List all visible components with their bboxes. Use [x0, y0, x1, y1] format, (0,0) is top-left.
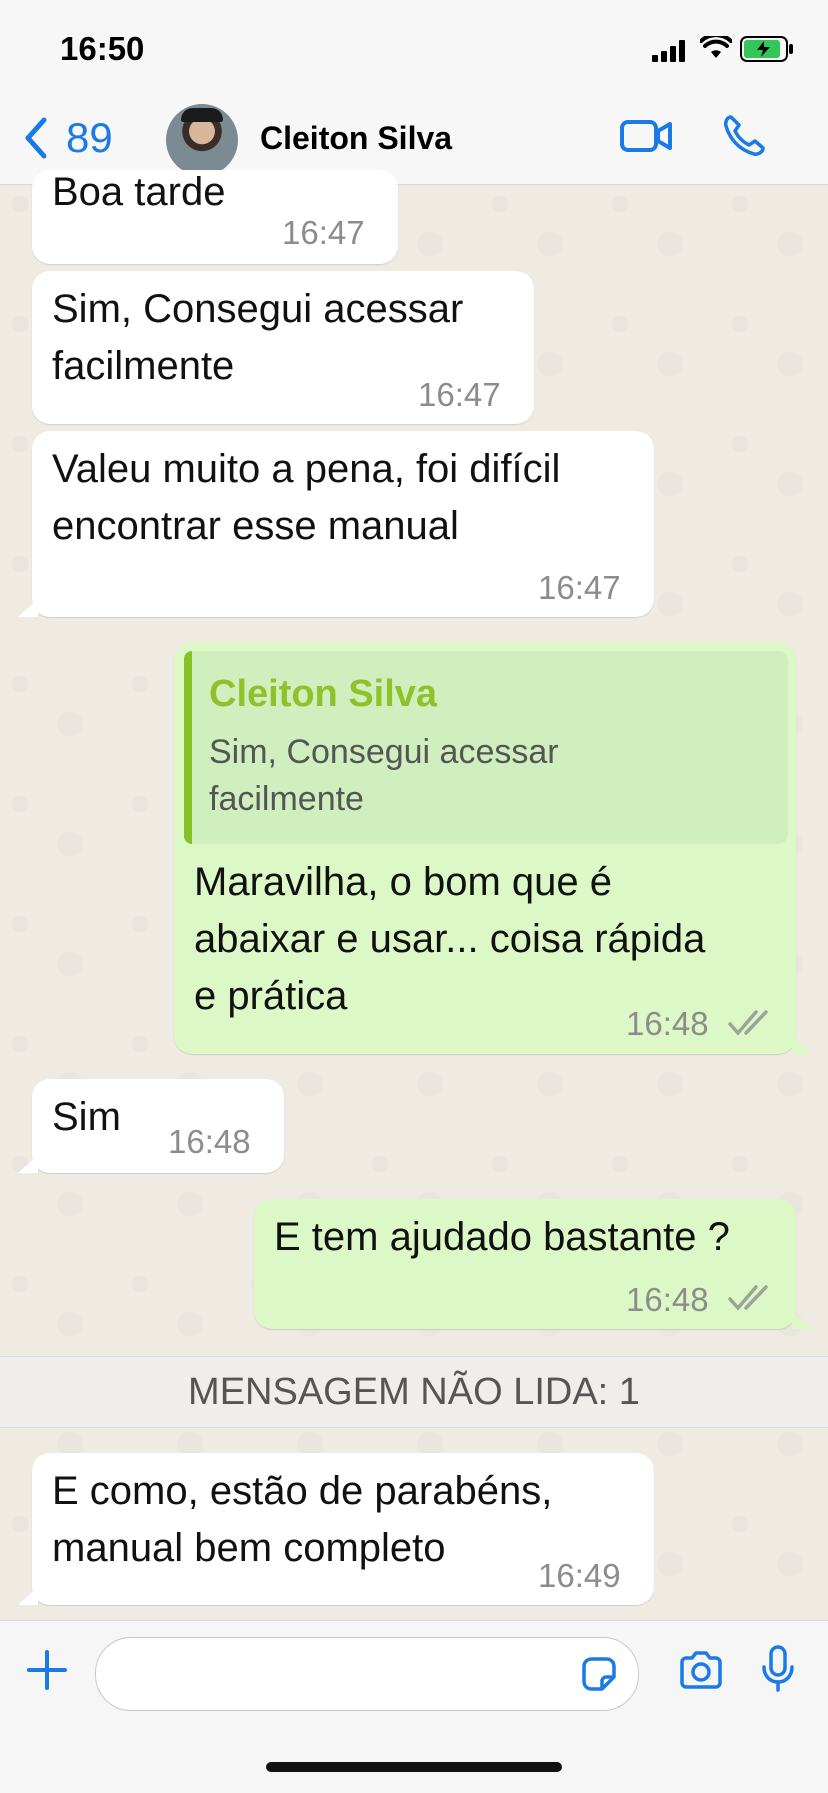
microphone-icon[interactable] — [760, 1645, 796, 1693]
bubble-tail — [18, 1587, 38, 1605]
wifi-icon — [700, 36, 732, 58]
message-time: 16:48 — [626, 1005, 709, 1042]
chevron-left-icon — [25, 117, 47, 159]
message-input[interactable] — [95, 1637, 639, 1711]
back-button[interactable]: 89 — [24, 114, 113, 162]
sticker-icon[interactable] — [580, 1655, 618, 1693]
contact-name[interactable]: Cleiton Silva — [260, 120, 452, 157]
message-time: 16:48 — [168, 1123, 251, 1160]
battery-icon — [740, 36, 793, 62]
quote-line: Sim, Consegui acessar — [209, 733, 559, 771]
status-bar: 16:50 — [0, 0, 828, 96]
message-time: 16:49 — [538, 1557, 621, 1594]
message-line: manual bem completo — [52, 1526, 446, 1570]
message-bubble-incoming[interactable]: E como, estão de parabéns, manual bem co… — [32, 1453, 654, 1605]
quote-author: Cleiton Silva — [209, 673, 438, 715]
message-line: abaixar e usar... coisa rápida — [194, 917, 706, 961]
quote-accent-bar — [184, 651, 192, 844]
bubble-tail — [792, 1311, 812, 1329]
unread-banner: MENSAGEM NÃO LIDA: 1 — [0, 1356, 828, 1428]
message-bubble-incoming[interactable]: Sim, Consegui acessar facilmente 16:47 — [32, 271, 534, 424]
home-indicator — [266, 1762, 562, 1772]
double-check-icon — [728, 1010, 768, 1036]
message-line: Valeu muito a pena, foi difícil — [52, 447, 561, 491]
message-text: Boa tarde — [52, 170, 226, 214]
message-time: 16:47 — [538, 569, 621, 606]
message-time: 16:48 — [626, 1281, 709, 1318]
message-bubble-outgoing[interactable]: E tem ajudado bastante ? 16:48 — [254, 1199, 796, 1329]
message-text: Maravilha, o bom que é abaixar e usar...… — [194, 854, 705, 1025]
message-bubble-incoming[interactable]: Valeu muito a pena, foi difícil encontra… — [32, 431, 654, 617]
video-call-icon[interactable] — [620, 116, 674, 156]
message-line: Maravilha, o bom que é — [194, 860, 613, 904]
unread-count: 89 — [66, 114, 113, 161]
message-time: 16:47 — [282, 214, 365, 251]
quote-line: facilmente — [209, 780, 364, 818]
message-text: Sim, Consegui acessar facilmente — [52, 281, 463, 395]
bubble-tail — [792, 1036, 812, 1054]
signal-icon — [652, 40, 685, 62]
quoted-message[interactable]: Cleiton Silva Sim, Consegui acessar faci… — [184, 651, 788, 844]
bubble-tail — [18, 599, 38, 617]
message-line: encontrar esse manual — [52, 504, 459, 548]
message-line: facilmente — [52, 344, 235, 388]
phone-icon[interactable] — [722, 114, 766, 158]
message-text: E como, estão de parabéns, manual bem co… — [52, 1463, 552, 1577]
message-text: Sim — [52, 1095, 121, 1139]
message-text: E tem ajudado bastante ? — [274, 1215, 730, 1259]
message-text: Valeu muito a pena, foi difícil encontra… — [52, 441, 560, 555]
unread-banner-text: MENSAGEM NÃO LIDA: 1 — [188, 1371, 640, 1413]
message-bubble-incoming[interactable]: Sim 16:48 — [32, 1079, 284, 1173]
plus-icon[interactable] — [26, 1649, 68, 1691]
double-check-icon — [728, 1285, 768, 1311]
message-time: 16:47 — [418, 376, 501, 413]
bubble-tail — [18, 1155, 38, 1173]
message-bubble-incoming[interactable]: Boa tarde 16:47 — [32, 170, 398, 264]
status-time: 16:50 — [60, 30, 145, 67]
message-line: Sim, Consegui acessar — [52, 287, 464, 331]
message-line: E como, estão de parabéns, — [52, 1469, 553, 1513]
quote-text: Sim, Consegui acessar facilmente — [209, 729, 769, 823]
camera-icon[interactable] — [678, 1651, 724, 1689]
